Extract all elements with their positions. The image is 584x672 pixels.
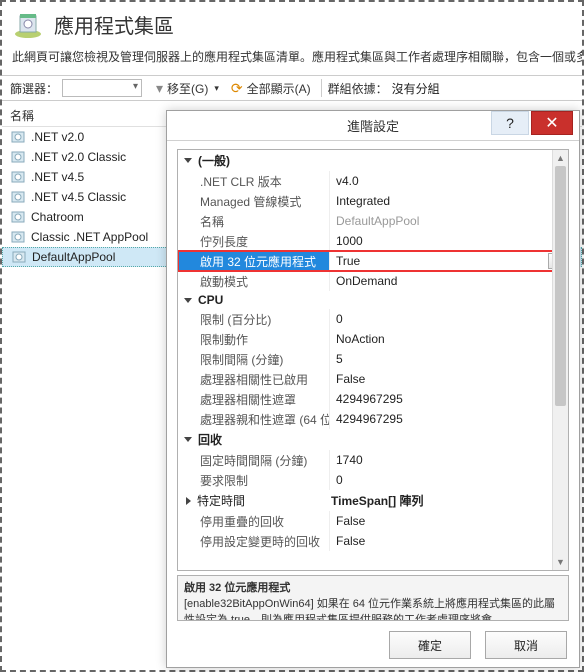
prop-row-enable-32bit[interactable]: 啟用 32 位元應用程式True — [178, 251, 568, 271]
filter-input[interactable] — [62, 79, 142, 97]
filter-label: 篩選器： — [10, 80, 58, 97]
app-pool-icon — [10, 229, 26, 245]
caret-down-icon — [184, 298, 192, 303]
enable-32bit-dropdown[interactable]: True — [330, 251, 568, 271]
desc-title: 啟用 32 位元應用程式 — [184, 579, 562, 595]
prop-row[interactable]: 限制間隔 (分鐘)5 — [178, 349, 568, 369]
caret-down-icon — [184, 158, 192, 163]
prop-row[interactable]: 要求限制0 — [178, 470, 568, 490]
prop-row[interactable]: Managed 管線模式Integrated — [178, 191, 568, 211]
funnel-icon: ▾ — [156, 80, 163, 97]
prop-row[interactable]: .NET CLR 版本v4.0 — [178, 171, 568, 191]
section-general[interactable]: (一般) — [178, 150, 568, 171]
go-button[interactable]: ▾移至(G)▾ — [152, 80, 223, 97]
close-button[interactable]: ✕ — [531, 111, 573, 135]
app-pool-icon — [10, 209, 26, 225]
page-description: 此網頁可讓您檢視及管理伺服器上的應用程式集區清單。應用程式集區與工作者處理序相關… — [2, 44, 582, 75]
scroll-thumb[interactable] — [555, 166, 566, 406]
show-all-icon: ⟳ — [231, 80, 243, 97]
desc-text: [enable32BitAppOnWin64] 如果在 64 位元作業系統上將應… — [184, 595, 562, 621]
section-cpu[interactable]: CPU — [178, 291, 568, 309]
prop-row[interactable]: 停用重疊的回收False — [178, 511, 568, 531]
prop-row[interactable]: 限制 (百分比)0 — [178, 309, 568, 329]
prop-row[interactable]: 處理器親和性遮罩 (64 位4294967295 — [178, 409, 568, 429]
prop-row-expandable[interactable]: 特定時間TimeSpan[] 陣列 — [178, 490, 568, 511]
prop-row[interactable]: 固定時間間隔 (分鐘)1740 — [178, 450, 568, 470]
scroll-down-icon[interactable]: ▼ — [553, 554, 568, 570]
caret-down-icon — [184, 437, 192, 442]
prop-row[interactable]: 處理器相關性遮罩4294967295 — [178, 389, 568, 409]
ok-button[interactable]: 確定 — [389, 631, 471, 659]
help-button[interactable]: ? — [491, 111, 529, 135]
scroll-up-icon[interactable]: ▲ — [553, 150, 568, 166]
page-title: 應用程式集區 — [54, 10, 174, 39]
cancel-button[interactable]: 取消 — [485, 631, 567, 659]
page-header: 應用程式集區 — [2, 2, 582, 44]
dialog-titlebar[interactable]: 進階設定 ? ✕ — [167, 111, 579, 141]
app-pool-icon — [10, 189, 26, 205]
advanced-settings-dialog: 進階設定 ? ✕ (一般) .NET CLR 版本v4.0 Managed 管線… — [166, 110, 580, 668]
dialog-buttons: 確定 取消 — [389, 631, 567, 659]
app-pool-icon — [10, 129, 26, 145]
group-by-value[interactable]: 沒有分組 — [392, 80, 440, 97]
app-pool-icon — [10, 169, 26, 185]
prop-row[interactable]: 名稱DefaultAppPool — [178, 211, 568, 231]
scrollbar[interactable]: ▲ ▼ — [552, 150, 568, 570]
toolbar: 篩選器： ▾移至(G)▾ ⟳全部顯示(A) 群組依據： 沒有分組 — [2, 75, 582, 101]
property-description: 啟用 32 位元應用程式 [enable32BitAppOnWin64] 如果在… — [177, 575, 569, 621]
prop-row[interactable]: 限制動作NoAction — [178, 329, 568, 349]
show-all-button[interactable]: ⟳全部顯示(A) — [227, 80, 315, 97]
section-recycle[interactable]: 回收 — [178, 429, 568, 450]
prop-row[interactable]: 處理器相關性已啟用False — [178, 369, 568, 389]
property-grid: (一般) .NET CLR 版本v4.0 Managed 管線模式Integra… — [177, 149, 569, 571]
app-pool-icon — [11, 249, 27, 265]
separator — [321, 79, 322, 97]
dialog-title: 進階設定 — [347, 116, 399, 135]
app-pool-icon — [12, 8, 44, 40]
prop-row[interactable]: 佇列長度1000 — [178, 231, 568, 251]
prop-row[interactable]: 停用設定變更時的回收False — [178, 531, 568, 551]
group-by-label: 群組依據： — [328, 80, 388, 97]
app-pool-icon — [10, 149, 26, 165]
caret-right-icon — [186, 497, 191, 505]
prop-row[interactable]: 啟動模式OnDemand — [178, 271, 568, 291]
